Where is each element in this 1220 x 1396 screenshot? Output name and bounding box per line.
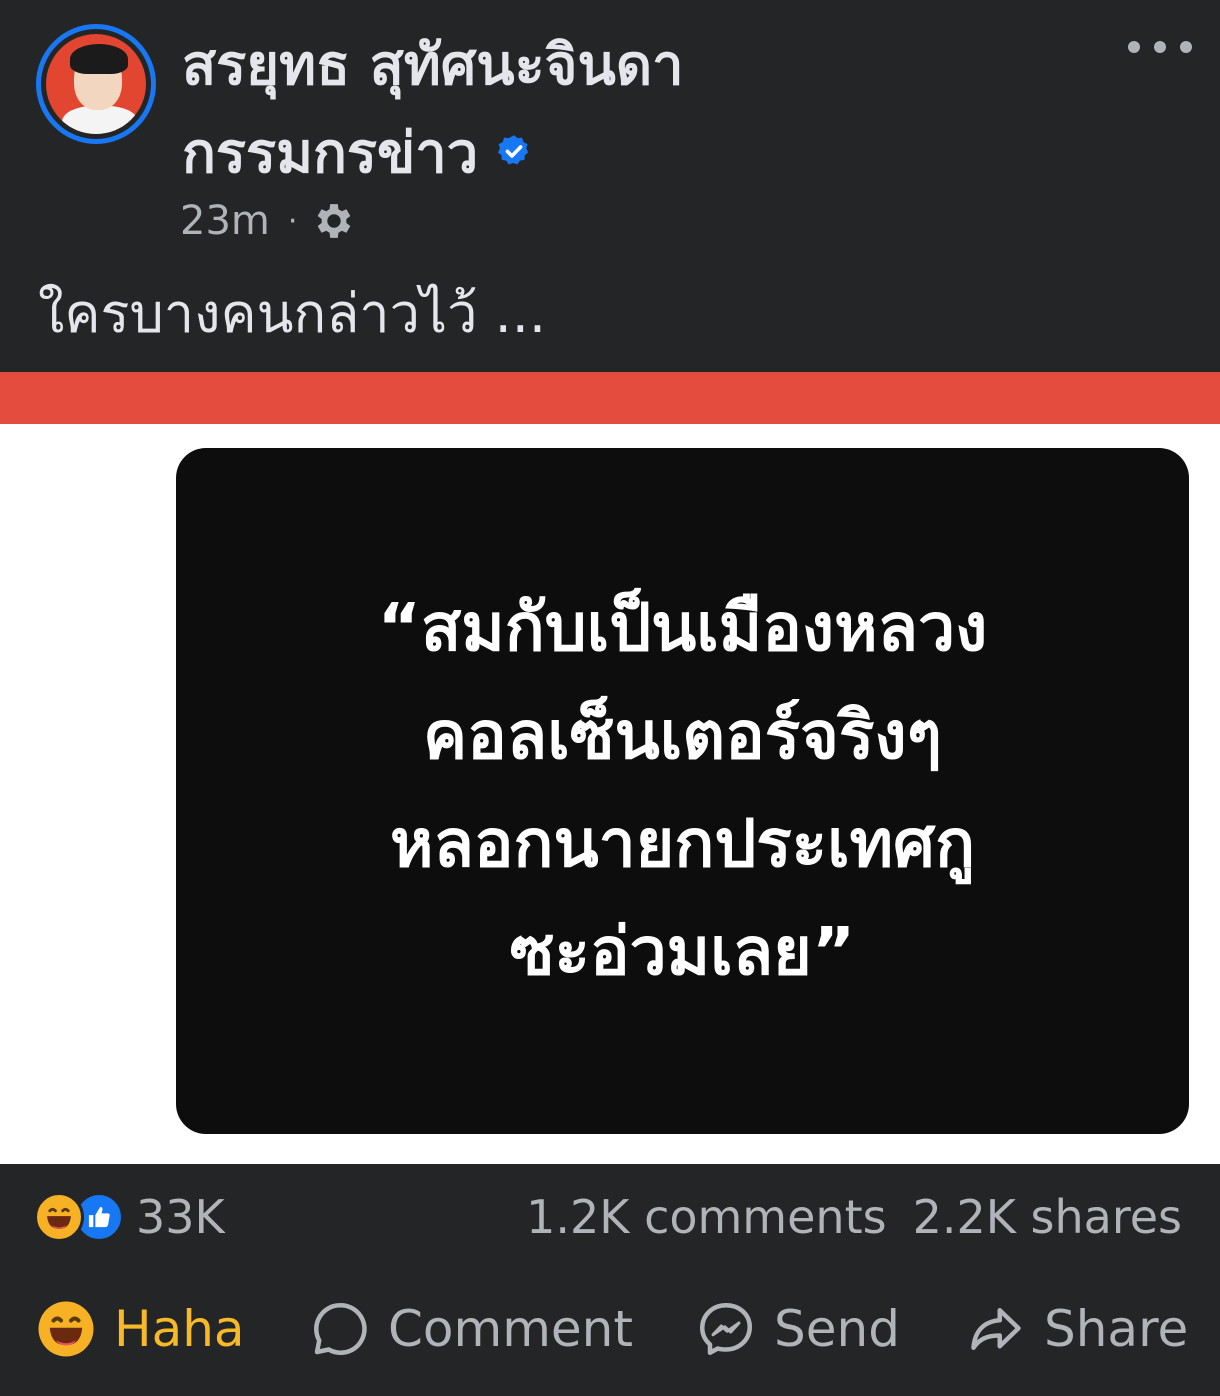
quote-line-3: หลอกนายกประเทศกู bbox=[389, 805, 976, 882]
author-name-line2[interactable]: กรรมกรข่าว bbox=[182, 121, 478, 186]
send-label: Send bbox=[774, 1300, 900, 1358]
haha-button[interactable]: Haha bbox=[36, 1296, 245, 1362]
comment-button[interactable]: Comment bbox=[310, 1296, 633, 1362]
reaction-summary[interactable]: 33K bbox=[34, 1190, 225, 1244]
post-time[interactable]: 23m bbox=[180, 198, 270, 244]
messenger-icon bbox=[700, 1303, 752, 1355]
comment-icon bbox=[314, 1302, 367, 1355]
quote-line-2: คอลเซ็นเตอร์จริงๆ bbox=[422, 697, 942, 774]
shares-count[interactable]: 2.2K shares bbox=[913, 1190, 1182, 1244]
meta-separator: · bbox=[287, 203, 298, 239]
share-icon bbox=[971, 1308, 1021, 1350]
author-avatar[interactable] bbox=[36, 24, 156, 144]
share-label: Share bbox=[1044, 1300, 1189, 1358]
comments-count[interactable]: 1.2K comments bbox=[526, 1190, 886, 1244]
haha-label: Haha bbox=[114, 1300, 245, 1358]
send-button[interactable]: Send bbox=[696, 1296, 900, 1362]
image-top-band bbox=[0, 372, 1220, 424]
reaction-count[interactable]: 33K bbox=[136, 1190, 225, 1244]
haha-reaction-icon bbox=[34, 1192, 84, 1242]
haha-icon bbox=[38, 1301, 94, 1357]
verified-badge-icon bbox=[498, 135, 529, 165]
quote-line-4: ซะอ่วมเลย” bbox=[509, 913, 856, 990]
more-options-icon[interactable] bbox=[1128, 36, 1192, 58]
share-button[interactable]: Share bbox=[966, 1296, 1188, 1362]
post-caption: ใครบางคนกล่าวไว้ ... bbox=[38, 282, 547, 345]
quote-text: “สมกับเป็นเมืองหลวง คอลเซ็นเตอร์จริงๆ หล… bbox=[176, 574, 1189, 1006]
author-name-line2-row: กรรมกรข่าว bbox=[182, 110, 1082, 198]
quote-line-1: “สมกับเป็นเมืองหลวง bbox=[377, 589, 988, 666]
avatar-image bbox=[46, 34, 146, 134]
comment-label: Comment bbox=[388, 1300, 633, 1358]
author-name[interactable]: สรยุทธ สุทัศนะจินดา กรรมกรข่าว bbox=[182, 22, 1082, 198]
engagement-counts: 1.2K comments 2.2K shares bbox=[526, 1190, 1182, 1244]
gear-icon[interactable] bbox=[311, 198, 357, 244]
post-meta: 23m · bbox=[180, 194, 357, 248]
author-name-line1[interactable]: สรยุทธ สุทัศนะจินดา bbox=[182, 22, 1082, 110]
